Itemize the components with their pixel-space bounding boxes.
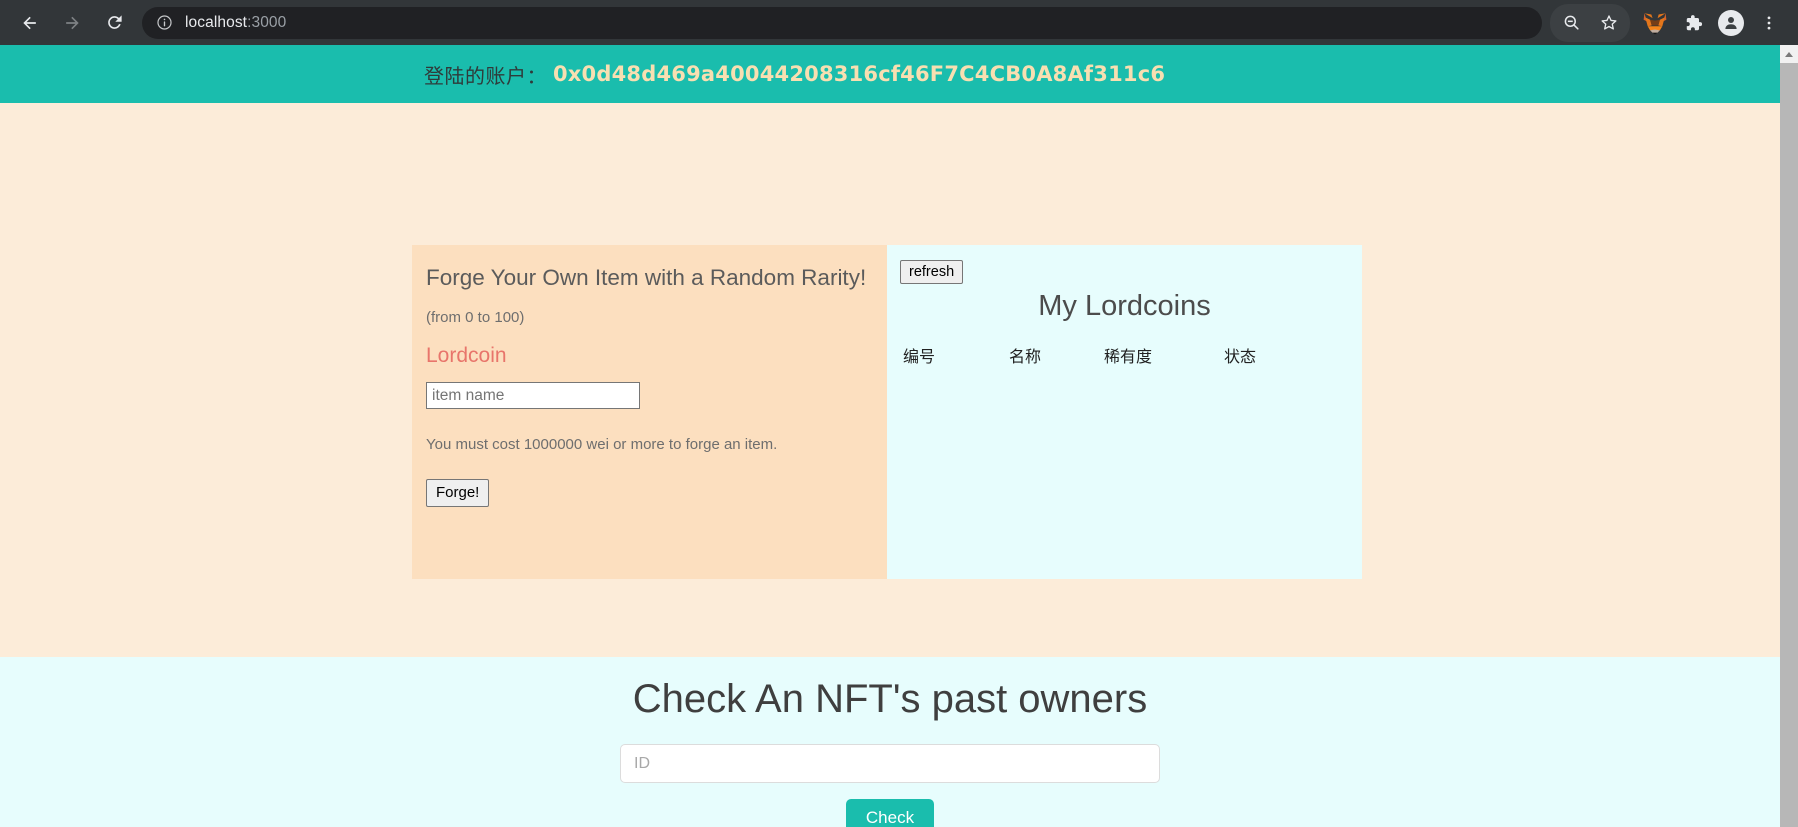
scrollbar-thumb[interactable]: [1780, 63, 1798, 563]
back-arrow-icon: [23, 16, 36, 29]
url-text: localhost:3000: [185, 14, 286, 32]
check-section-title: Check An NFT's past owners: [632, 677, 1148, 721]
site-info-icon[interactable]: [156, 14, 173, 31]
url-host: localhost: [185, 13, 248, 31]
check-owners-section: Check An NFT's past owners Check 次序 归属人(…: [0, 657, 1780, 827]
forward-button[interactable]: [52, 3, 92, 43]
cards-row: Forge Your Own Item with a Random Rarity…: [412, 245, 1362, 579]
web-page: 登陆的账户： 0x0d48d469a40044208316cf46F7C4CB0…: [0, 45, 1780, 827]
avatar: [1718, 9, 1744, 36]
lordcoins-table-head: 编号 名称 稀有度 状态: [899, 343, 1362, 367]
toolbar-actions: [1550, 3, 1788, 42]
forge-card-subtitle: (from 0 to 100): [426, 309, 525, 326]
metamask-fox-icon: [1643, 12, 1667, 34]
reload-button[interactable]: [94, 3, 134, 43]
account-banner: 登陆的账户： 0x0d48d469a40044208316cf46F7C4CB0…: [0, 45, 1780, 103]
url-port: :3000: [247, 13, 287, 31]
browser-viewport: 登陆的账户： 0x0d48d469a40044208316cf46F7C4CB0…: [0, 45, 1798, 827]
forward-arrow-icon: [66, 16, 79, 29]
puzzle-piece-icon: [1686, 14, 1703, 30]
forge-coin-label: Lordcoin: [426, 344, 507, 367]
forge-cost-note: You must cost 1000000 wei or more to for…: [426, 436, 778, 453]
search-icon: [1564, 15, 1579, 30]
account-label: 登陆的账户：: [424, 63, 547, 88]
extensions-button[interactable]: [1674, 4, 1712, 42]
account-address: 0x0d48d469a40044208316cf46F7C4CB0A8Af311…: [553, 62, 1166, 86]
main-content-area: Forge Your Own Item with a Random Rarity…: [0, 103, 1780, 657]
column-header-rarity: 稀有度: [1104, 347, 1153, 366]
forge-card-title: Forge Your Own Item with a Random Rarity…: [426, 265, 867, 290]
person-icon: [1725, 16, 1737, 29]
omnibox-actions-group: [1550, 3, 1630, 42]
search-tabs-button[interactable]: [1552, 4, 1590, 42]
forge-card: Forge Your Own Item with a Random Rarity…: [412, 245, 887, 579]
my-lordcoins-card: refresh My Lordcoins 编号 名称 稀有度 状态: [887, 245, 1362, 579]
back-button[interactable]: [10, 3, 50, 43]
vertical-scrollbar[interactable]: [1780, 45, 1798, 827]
lordcoins-header-row: 编号 名称 稀有度 状态: [899, 343, 1362, 367]
forge-button[interactable]: Forge!: [426, 479, 490, 507]
address-bar[interactable]: localhost:3000: [142, 6, 1542, 39]
scrollbar-up-button[interactable]: [1780, 45, 1798, 63]
three-dots-vertical-icon: [1767, 16, 1771, 29]
metamask-extension-button[interactable]: [1636, 4, 1674, 42]
browser-toolbar: localhost:3000: [0, 0, 1798, 45]
profile-button[interactable]: [1712, 4, 1750, 42]
lordcoins-table: 编号 名称 稀有度 状态: [899, 343, 1362, 367]
my-lordcoins-title: My Lordcoins: [1038, 290, 1211, 322]
triangle-up-icon: [1785, 51, 1793, 57]
navigation-buttons: [10, 3, 134, 43]
chrome-menu-button[interactable]: [1750, 4, 1788, 42]
reload-icon: [107, 15, 122, 29]
refresh-button[interactable]: refresh: [900, 260, 964, 284]
check-button[interactable]: Check: [845, 799, 935, 827]
column-header-status: 状态: [1224, 347, 1257, 366]
item-name-input[interactable]: [426, 382, 640, 409]
column-header-name: 名称: [1009, 347, 1042, 366]
star-icon: [1601, 14, 1617, 30]
bookmark-button[interactable]: [1590, 4, 1628, 42]
nft-id-input[interactable]: [620, 744, 1160, 783]
column-header-id: 编号: [903, 347, 936, 366]
